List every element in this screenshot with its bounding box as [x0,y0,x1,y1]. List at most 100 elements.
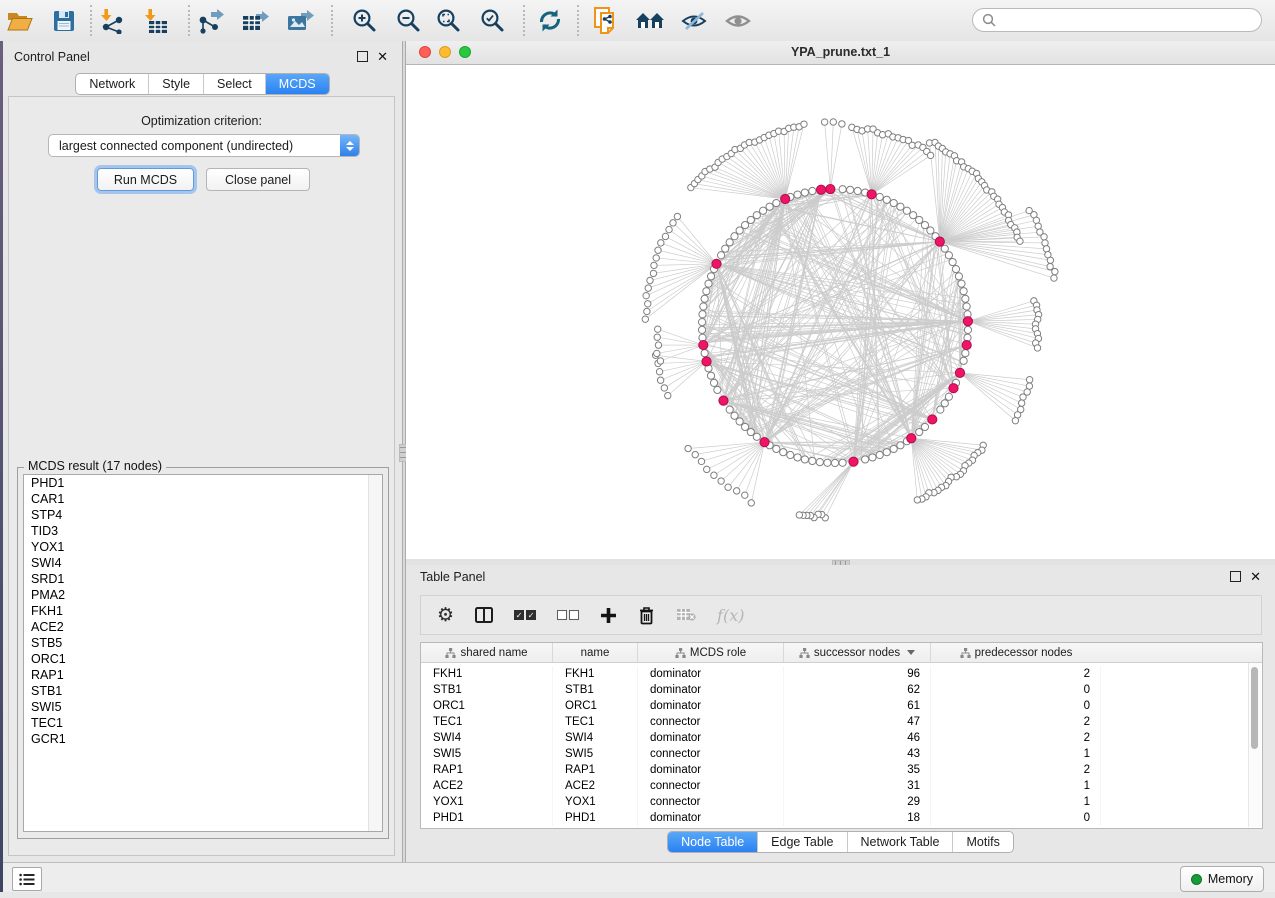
table-row[interactable]: YOX1YOX1connector291 [421,794,1262,810]
import-network-icon[interactable] [96,6,128,35]
delete-table-icon[interactable] [676,608,696,622]
tab-motifs[interactable]: Motifs [952,832,1012,852]
optimization-criterion-select[interactable]: largest connected component (undirected) [48,134,360,157]
table-cell[interactable]: ORC1 [553,698,638,714]
table-cell[interactable]: dominator [638,666,784,682]
refresh-view-icon[interactable] [534,6,566,35]
export-table-icon[interactable] [239,6,271,35]
deselect-all-icon[interactable] [557,610,579,620]
table-cell[interactable]: 1 [931,794,1101,810]
table-cell[interactable]: PHD1 [553,810,638,826]
table-row[interactable]: STB1STB1dominator620 [421,682,1262,698]
table-cell[interactable]: 43 [784,746,931,762]
table-cell[interactable]: 2 [931,730,1101,746]
table-cell[interactable]: 62 [784,682,931,698]
tab-style[interactable]: Style [148,74,203,94]
clone-network-icon[interactable] [590,6,622,35]
import-table-icon[interactable] [140,6,172,35]
task-history-button[interactable] [12,867,42,891]
table-cell[interactable]: dominator [638,698,784,714]
mcds-result-item[interactable]: STB1 [24,683,382,699]
table-cell[interactable]: 0 [931,810,1101,826]
network-canvas[interactable] [406,65,1275,559]
table-cell[interactable]: 29 [784,794,931,810]
table-cell[interactable]: dominator [638,762,784,778]
network-titlebar[interactable]: YPA_prune.txt_1 [406,41,1275,65]
table-cell[interactable]: STB1 [553,682,638,698]
table-cell[interactable]: RAP1 [553,762,638,778]
table-cell[interactable]: TEC1 [553,714,638,730]
table-cell[interactable]: connector [638,794,784,810]
table-row[interactable]: FKH1FKH1dominator962 [421,666,1262,682]
export-image-icon[interactable] [284,6,316,35]
table-row[interactable]: ACE2ACE2connector311 [421,778,1262,794]
close-table-panel-icon[interactable]: ✕ [1250,571,1261,582]
table-cell[interactable]: ACE2 [553,778,638,794]
close-panel-icon[interactable]: ✕ [377,51,388,62]
table-cell[interactable]: ACE2 [421,778,553,794]
table-cell[interactable]: ORC1 [421,698,553,714]
column-header-shared-name[interactable]: shared name [421,643,553,662]
zoom-in-icon[interactable] [348,6,380,35]
tab-select[interactable]: Select [203,74,265,94]
mcds-result-item[interactable]: PMA2 [24,587,382,603]
open-file-icon[interactable] [4,6,36,35]
table-cell[interactable]: 31 [784,778,931,794]
float-panel-icon[interactable] [357,51,368,62]
mcds-result-item[interactable]: STP4 [24,507,382,523]
table-cell[interactable]: YOX1 [421,794,553,810]
table-cell[interactable]: 2 [931,714,1101,730]
save-session-icon[interactable] [48,6,80,35]
mcds-result-item[interactable]: SRD1 [24,571,382,587]
mcds-result-item[interactable]: FKH1 [24,603,382,619]
table-cell[interactable]: YOX1 [553,794,638,810]
mcds-result-list[interactable]: PHD1CAR1STP4TID3YOX1SWI4SRD1PMA2FKH1ACE2… [23,474,383,832]
mcds-result-item[interactable]: YOX1 [24,539,382,555]
add-column-icon[interactable] [600,607,617,624]
mcds-result-item[interactable]: SWI4 [24,555,382,571]
tab-network[interactable]: Network [76,74,148,94]
zoom-fit-icon[interactable] [432,6,464,35]
hide-selected-icon[interactable] [678,6,710,35]
table-cell[interactable]: 18 [784,810,931,826]
table-cell[interactable]: 61 [784,698,931,714]
tab-mcds[interactable]: MCDS [265,74,329,94]
show-all-icon[interactable] [722,6,754,35]
run-mcds-button[interactable]: Run MCDS [97,168,194,191]
table-cell[interactable]: 2 [931,666,1101,682]
search-field[interactable] [972,8,1262,32]
search-input[interactable] [1001,12,1261,28]
table-cell[interactable]: dominator [638,730,784,746]
table-cell[interactable]: 2 [931,762,1101,778]
memory-button[interactable]: Memory [1180,866,1264,892]
table-cell[interactable]: SWI5 [553,746,638,762]
select-all-icon[interactable]: ✓✓ [514,610,536,620]
table-row[interactable]: SWI4SWI4dominator462 [421,730,1262,746]
first-neighbors-icon[interactable] [634,6,666,35]
table-cell[interactable]: SWI4 [421,730,553,746]
table-row[interactable]: PHD1PHD1dominator180 [421,810,1262,826]
table-cell[interactable]: RAP1 [421,762,553,778]
table-cell[interactable]: 0 [931,698,1101,714]
mcds-result-item[interactable]: GCR1 [24,731,382,747]
function-builder-icon[interactable]: f(x) [717,606,744,625]
mcds-result-item[interactable]: TEC1 [24,715,382,731]
table-cell[interactable]: 96 [784,666,931,682]
table-scrollbar[interactable] [1248,663,1261,827]
mcds-result-item[interactable]: SWI5 [24,699,382,715]
export-network-icon[interactable] [194,6,226,35]
delete-column-icon[interactable] [638,606,655,625]
table-cell[interactable]: dominator [638,682,784,698]
column-header-mcds-role[interactable]: MCDS role [638,643,784,662]
table-cell[interactable]: TEC1 [421,714,553,730]
table-cell[interactable]: 46 [784,730,931,746]
table-row[interactable]: TEC1TEC1connector472 [421,714,1262,730]
table-cell[interactable]: dominator [638,810,784,826]
column-browser-icon[interactable] [475,607,493,623]
table-cell[interactable]: FKH1 [553,666,638,682]
table-cell[interactable]: 1 [931,746,1101,762]
table-cell[interactable]: STB1 [421,682,553,698]
mcds-result-item[interactable]: CAR1 [24,491,382,507]
table-cell[interactable]: 0 [931,682,1101,698]
close-panel-button[interactable]: Close panel [206,168,310,191]
